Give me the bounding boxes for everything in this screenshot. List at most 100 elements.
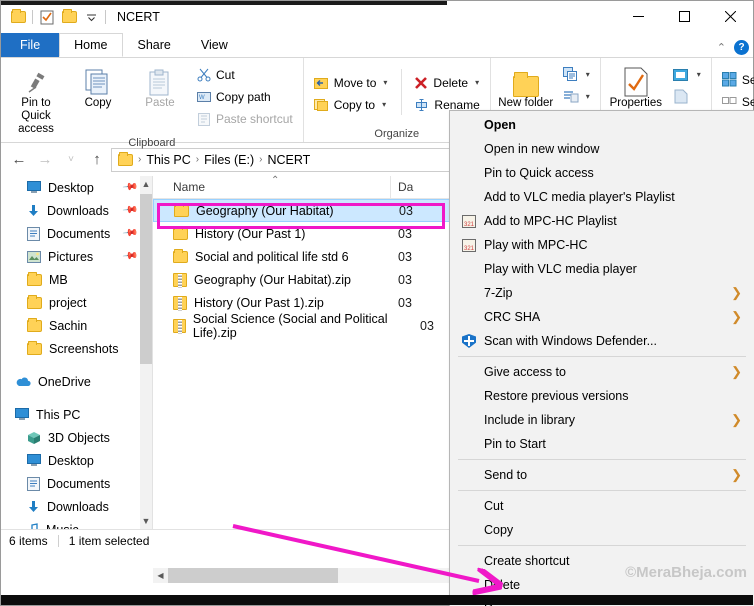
menu-item-cut[interactable]: Cut — [450, 494, 754, 518]
sidebar-item-pictures[interactable]: Pictures 📌 — [1, 245, 152, 268]
sidebar-item-label: Desktop — [48, 180, 94, 195]
menu-item-7-zip[interactable]: 7-Zip ❯ — [450, 281, 754, 305]
sidebar-item-documents[interactable]: Documents 📌 — [1, 222, 152, 245]
menu-item-label: Cut — [484, 499, 504, 513]
sidebar-item-this-pc[interactable]: This PC — [1, 403, 152, 426]
paste-button[interactable]: Paste — [131, 61, 189, 110]
menu-item-crc-sha[interactable]: CRC SHA ❯ — [450, 305, 754, 329]
pin-icon: 📌 — [121, 179, 139, 196]
shield-icon — [458, 334, 480, 348]
menu-item-send-to[interactable]: Send to ❯ — [450, 463, 754, 487]
paste-shortcut-button[interactable]: Paste shortcut — [193, 108, 297, 129]
sidebar-item-downloads-2[interactable]: Downloads — [1, 495, 152, 518]
pin-to-quick-access-button[interactable]: Pin to Quick access — [7, 61, 65, 137]
sidebar-item-desktop[interactable]: Desktop 📌 — [1, 176, 152, 199]
column-header-date[interactable]: Da — [391, 180, 413, 194]
maximize-button[interactable] — [661, 1, 707, 32]
easy-access-button[interactable]: ▾ — [559, 86, 594, 107]
menu-item-pin-to-start[interactable]: Pin to Start — [450, 432, 754, 456]
scroll-up-icon[interactable]: ▲ — [140, 176, 152, 192]
file-date-cell: 03 — [398, 272, 412, 287]
tab-view[interactable]: View — [186, 33, 243, 57]
menu-item-scan-with-windows-defender[interactable]: Scan with Windows Defender... — [450, 329, 754, 353]
menu-item-play-with-mpc-hc[interactable]: Play with MPC-HC — [450, 233, 754, 257]
pin-icon: 📌 — [121, 202, 139, 219]
chevron-down-icon[interactable]: ▾ — [586, 70, 590, 79]
sidebar-item-3d-objects[interactable]: 3D Objects — [1, 426, 152, 449]
folder-icon[interactable] — [7, 6, 29, 28]
chevron-down-icon[interactable]: ▾ — [383, 78, 387, 87]
menu-item-play-with-vlc[interactable]: Play with VLC media player — [450, 257, 754, 281]
sidebar-item-mb[interactable]: MB — [1, 268, 152, 291]
scrollbar-thumb[interactable] — [140, 194, 152, 364]
new-folder-icon[interactable] — [58, 6, 80, 28]
copy-button[interactable]: Copy — [69, 61, 127, 110]
copy-to-button[interactable]: Copy to ▾ — [310, 94, 392, 115]
open-button[interactable]: ▾ — [669, 64, 705, 85]
scroll-down-icon[interactable]: ▼ — [140, 513, 152, 529]
delete-button[interactable]: Delete ▾ — [410, 72, 483, 93]
sidebar-item-documents-2[interactable]: Documents — [1, 472, 152, 495]
menu-item-label: Scan with Windows Defender... — [484, 334, 657, 348]
properties-button[interactable]: Properties — [607, 61, 665, 110]
breadcrumb-ncert[interactable]: NCERT — [267, 153, 310, 167]
cut-label: Cut — [216, 67, 235, 82]
file-explorer-window: NCERT File Home Share View ⌃ ? Pin to Qu… — [0, 0, 754, 606]
copy-to-icon — [313, 98, 328, 111]
menu-item-include-in-library[interactable]: Include in library ❯ — [450, 408, 754, 432]
sidebar-item-project[interactable]: project — [1, 291, 152, 314]
edit-button[interactable] — [669, 86, 705, 107]
ribbon-tab-actions: ⌃ ? — [717, 40, 749, 55]
recent-locations-icon[interactable]: ˅ — [59, 148, 83, 172]
copy-icon — [85, 65, 111, 97]
copy-path-button[interactable]: W Copy path — [193, 86, 297, 107]
properties-icon[interactable] — [36, 6, 58, 28]
select-none-icon — [721, 97, 737, 104]
back-arrow-icon[interactable]: ← — [7, 148, 31, 172]
menu-item-pin-to-quick-access[interactable]: Pin to Quick access — [450, 161, 754, 185]
help-icon[interactable]: ? — [734, 40, 749, 55]
cut-button[interactable]: Cut — [193, 64, 297, 85]
sidebar-item-sachin[interactable]: Sachin — [1, 314, 152, 337]
chevron-down-icon[interactable]: ▾ — [382, 100, 386, 109]
sidebar-item-downloads[interactable]: Downloads 📌 — [1, 199, 152, 222]
select-none-button[interactable]: Select none — [718, 91, 754, 112]
breadcrumb-separator: › — [259, 154, 263, 165]
sidebar-item-desktop-2[interactable]: Desktop — [1, 449, 152, 472]
move-to-button[interactable]: Move to ▾ — [310, 72, 392, 93]
tab-file[interactable]: File — [1, 33, 60, 57]
menu-item-add-to-mpc-hc-playlist[interactable]: Add to MPC-HC Playlist — [450, 209, 754, 233]
breadcrumb-files-e[interactable]: Files (E:) — [204, 153, 254, 167]
breadcrumb-this-pc[interactable]: This PC — [146, 153, 190, 167]
minimize-button[interactable] — [615, 1, 661, 32]
taskbar-edge-strip — [1, 595, 753, 605]
scroll-left-icon[interactable]: ◀ — [153, 571, 168, 580]
chevron-down-icon[interactable]: ▾ — [697, 70, 701, 79]
up-arrow-icon[interactable]: ↑ — [85, 148, 109, 172]
chevron-down-icon[interactable] — [80, 6, 102, 28]
sidebar-item-onedrive[interactable]: OneDrive — [1, 370, 152, 393]
menu-item-copy[interactable]: Copy — [450, 518, 754, 542]
scrollbar-thumb[interactable] — [168, 568, 338, 583]
sidebar-scrollbar[interactable]: ▲ ▼ — [140, 176, 152, 529]
forward-arrow-icon[interactable]: → — [33, 148, 57, 172]
menu-item-give-access-to[interactable]: Give access to ❯ — [450, 360, 754, 384]
menu-item-open-in-new-window[interactable]: Open in new window — [450, 137, 754, 161]
sidebar-item-screenshots[interactable]: Screenshots — [1, 337, 152, 360]
chevron-up-icon[interactable]: ⌃ — [717, 41, 726, 54]
new-folder-button[interactable]: New folder — [497, 61, 555, 110]
file-name-label: Geography (Our Habitat) — [196, 203, 334, 218]
menu-item-restore-previous-versions[interactable]: Restore previous versions — [450, 384, 754, 408]
select-all-button[interactable]: Select all — [718, 69, 754, 90]
tab-share[interactable]: Share — [123, 33, 186, 57]
menu-item-open[interactable]: Open — [450, 113, 754, 137]
paste-icon — [148, 65, 172, 97]
chevron-down-icon[interactable]: ▾ — [475, 78, 479, 87]
close-button[interactable] — [707, 1, 753, 32]
new-item-button[interactable]: ▾ — [559, 64, 594, 85]
tab-home[interactable]: Home — [59, 33, 123, 57]
chevron-down-icon[interactable]: ▾ — [586, 92, 590, 101]
sidebar-item-music[interactable]: Music — [1, 518, 152, 529]
menu-item-label: Add to VLC media player's Playlist — [484, 190, 675, 204]
menu-item-add-to-vlc-playlist[interactable]: Add to VLC media player's Playlist — [450, 185, 754, 209]
